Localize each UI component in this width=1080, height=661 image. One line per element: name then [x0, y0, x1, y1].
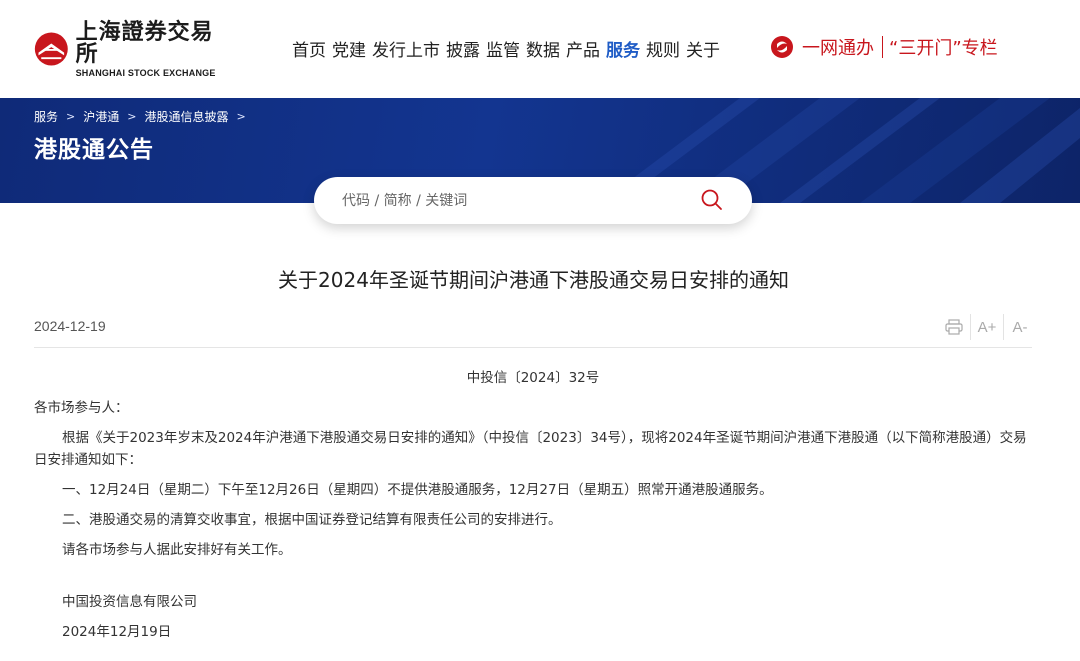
nav-item-party[interactable]: 党建: [332, 36, 366, 61]
chevron-right-icon: >: [127, 110, 137, 123]
one-net-icon: [771, 36, 793, 58]
quick-links: 一网通办 “三开门”专栏: [770, 34, 998, 60]
search-input[interactable]: [342, 189, 682, 213]
breadcrumb-services[interactable]: 服务: [34, 108, 58, 125]
font-decrease-button[interactable]: A-: [1006, 315, 1034, 339]
breadcrumb-disclosure[interactable]: 港股通信息披露: [144, 108, 228, 125]
site-logo[interactable]: 上海證券交易所 SHANGHAI STOCK EXCHANGE: [33, 21, 223, 77]
chevron-right-icon: >: [236, 110, 246, 123]
chevron-right-icon: >: [66, 110, 76, 123]
article-title: 关于2024年圣诞节期间沪港通下港股通交易日安排的通知: [278, 268, 789, 292]
main-nav: 首页 党建 发行上市 披露 监管 数据 产品 服务 规则 关于: [292, 36, 726, 61]
paragraph: 二、港股通交易的清算交收事宜，根据中国证券登记结算有限责任公司的安排进行。: [62, 512, 562, 528]
three-open-link[interactable]: “三开门”专栏: [889, 34, 998, 60]
signer: 中国投资信息有限公司: [62, 594, 197, 610]
nav-item-about[interactable]: 关于: [686, 36, 720, 61]
tool-divider: [970, 314, 971, 340]
breadcrumb-connect[interactable]: 沪港通: [83, 108, 119, 125]
logo-name-cn: 上海證券交易所: [75, 18, 214, 67]
page-title: 港股通公告: [34, 137, 154, 163]
article-tools: A+ A-: [940, 314, 1034, 340]
one-net-link[interactable]: 一网通办: [802, 34, 874, 60]
logo-name-en: SHANGHAI STOCK EXCHANGE: [75, 67, 216, 78]
nav-item-disclosure[interactable]: 披露: [446, 36, 480, 61]
salutation: 各市场参与人：: [34, 400, 129, 416]
print-icon: [945, 319, 963, 335]
sse-logo-icon: [34, 32, 68, 66]
nav-item-rules[interactable]: 规则: [646, 36, 680, 61]
sign-date: 2024年12月19日: [62, 624, 172, 640]
font-increase-button[interactable]: A+: [973, 315, 1001, 339]
quick-links-divider: [882, 36, 883, 58]
nav-item-data[interactable]: 数据: [526, 36, 560, 61]
tool-divider: [1003, 314, 1004, 340]
nav-item-services[interactable]: 服务: [606, 36, 640, 61]
print-button[interactable]: [940, 315, 968, 339]
article-date: 2024-12-19: [34, 318, 106, 334]
title-divider: [34, 347, 1032, 348]
nav-item-home[interactable]: 首页: [292, 36, 326, 61]
site-header: 上海證券交易所 SHANGHAI STOCK EXCHANGE 首页 党建 发行…: [0, 0, 1080, 98]
document-number: 中投信〔2024〕32号: [466, 370, 600, 386]
article-body: 中投信〔2024〕32号 各市场参与人： 根据《关于2023年岁末及2024年沪…: [34, 364, 1032, 643]
search-icon[interactable]: [700, 188, 724, 212]
search-box: [314, 177, 752, 224]
paragraph: 一、12月24日（星期二）下午至12月26日（星期四）不提供港股通服务，12月2…: [62, 482, 773, 498]
paragraph: 请各市场参与人据此安排好有关工作。: [62, 542, 292, 558]
breadcrumb: 服务 > 沪港通 > 港股通信息披露 >: [34, 108, 254, 125]
paragraph: 根据《关于2023年岁末及2024年沪港通下港股通交易日安排的通知》（中投信〔2…: [34, 430, 1027, 468]
nav-item-listing[interactable]: 发行上市: [372, 36, 440, 61]
nav-item-products[interactable]: 产品: [566, 36, 600, 61]
nav-item-regulation[interactable]: 监管: [486, 36, 520, 61]
